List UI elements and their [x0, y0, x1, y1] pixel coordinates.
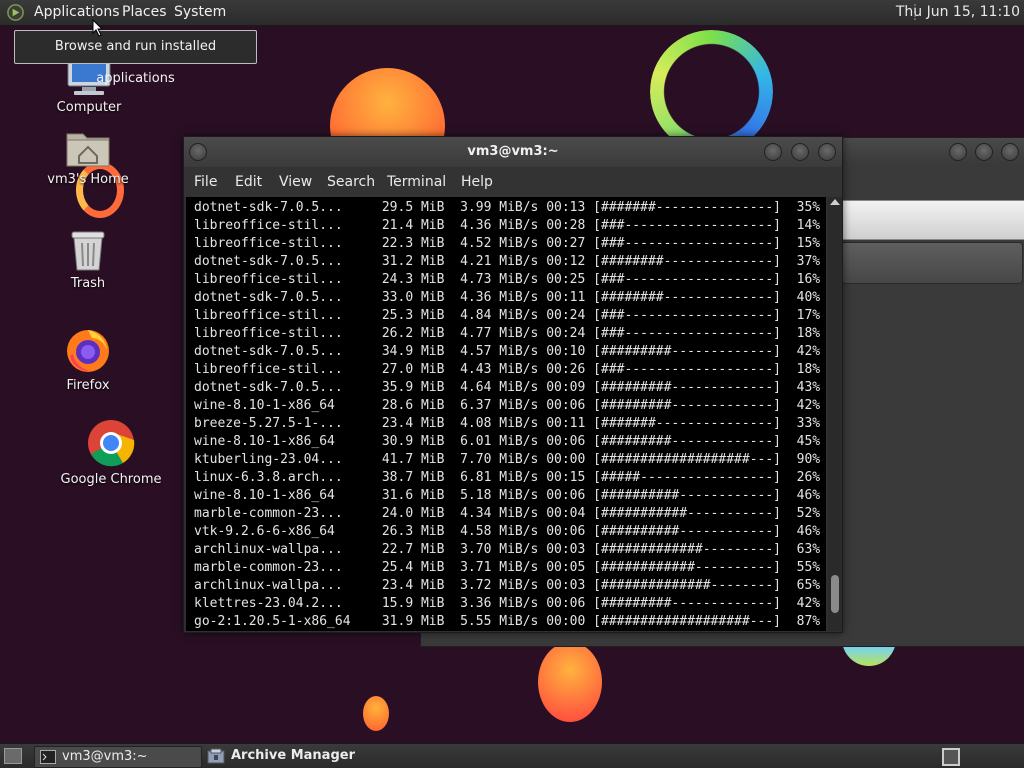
menu-help[interactable]: Help: [461, 174, 493, 190]
show-desktop-icon[interactable]: [4, 748, 22, 764]
minimize-icon[interactable]: [764, 143, 782, 161]
archive-manager-icon: [207, 748, 225, 764]
terminal-lines: dotnet-sdk-7.0.5... 29.5 MiB 3.99 MiB/s …: [194, 199, 820, 631]
desktop-icon-chrome[interactable]: Google Chrome: [56, 418, 166, 487]
desktop-icon-label: Computer: [56, 100, 122, 115]
terminal-line: linux-6.3.8.arch... 38.7 MiB 6.81 MiB/s …: [194, 470, 821, 485]
terminal-line: wine-8.10-1-x86_64 31.6 MiB 5.18 MiB/s 0…: [194, 488, 821, 503]
home-folder-icon: [66, 133, 110, 167]
terminal-menubar: File Edit View Search Terminal Help: [184, 167, 842, 197]
terminal-line: archlinux-wallpa... 22.7 MiB 3.70 MiB/s …: [194, 542, 821, 557]
desktop-icon-label: Google Chrome: [60, 472, 162, 487]
close-icon[interactable]: [818, 143, 836, 161]
firefox-icon: [67, 330, 109, 372]
desktop-icon-label: vm3's Home: [47, 172, 129, 187]
terminal-line: klettres-23.04.2... 15.9 MiB 3.36 MiB/s …: [194, 596, 821, 611]
taskbar-item-terminal[interactable]: vm3@vm3:~: [34, 746, 202, 768]
window-title: vm3@vm3:~: [467, 144, 559, 159]
terminal-line: libreoffice-stil... 25.3 MiB 4.84 MiB/s …: [194, 308, 821, 323]
wallpaper-orange-egg: [538, 642, 602, 722]
terminal-line: vtk-9.2.6-6-x86_64 26.3 MiB 4.58 MiB/s 0…: [194, 524, 821, 539]
terminal-line: wine-8.10-1-x86_64 30.9 MiB 6.01 MiB/s 0…: [194, 434, 821, 449]
chrome-icon: [88, 420, 135, 467]
minimize-icon[interactable]: [949, 143, 967, 161]
mouse-cursor-icon: [92, 19, 104, 37]
scroll-up-arrow-icon[interactable]: [830, 199, 840, 205]
bottom-panel: vm3@vm3:~ Archive Manager: [0, 743, 1024, 768]
terminal-line: marble-common-23... 24.0 MiB 4.34 MiB/s …: [194, 506, 821, 521]
terminal-line: libreoffice-stil... 21.4 MiB 4.36 MiB/s …: [194, 218, 821, 233]
wallpaper-rainbow-ring: [650, 30, 773, 153]
terminal-line: ktuberling-23.04... 41.7 MiB 7.70 MiB/s …: [194, 452, 821, 467]
desktop-icon-label: Firefox: [66, 378, 110, 393]
terminal-line: marble-common-23... 25.4 MiB 3.71 MiB/s …: [194, 560, 821, 575]
terminal-titlebar[interactable]: vm3@vm3:~: [184, 137, 842, 167]
menu-terminal[interactable]: Terminal: [387, 174, 446, 190]
terminal-scrollbar[interactable]: [828, 197, 842, 631]
clock[interactable]: Thu Jun 15, 11:10: [896, 4, 1020, 20]
top-panel: Applications Places System Thu Jun 15, 1…: [0, 0, 1024, 26]
terminal-line: breeze-5.27.5-1-... 23.4 MiB 4.08 MiB/s …: [194, 416, 821, 431]
menu-edit[interactable]: Edit: [235, 174, 262, 190]
terminal-line: dotnet-sdk-7.0.5... 35.9 MiB 4.64 MiB/s …: [194, 380, 821, 395]
terminal-line: libreoffice-stil... 22.3 MiB 4.52 MiB/s …: [194, 236, 821, 251]
workspace-switcher[interactable]: [942, 748, 960, 766]
archive-location-bar[interactable]: [841, 242, 1023, 284]
places-menu[interactable]: Places: [122, 4, 167, 20]
terminal-line: dotnet-sdk-7.0.5... 31.2 MiB 4.21 MiB/s …: [194, 254, 821, 269]
terminal-line: dotnet-sdk-7.0.5... 34.9 MiB 4.57 MiB/s …: [194, 344, 821, 359]
terminal-line: dotnet-sdk-7.0.5... 33.0 MiB 4.36 MiB/s …: [194, 290, 821, 305]
maximize-icon[interactable]: [975, 143, 993, 161]
terminal-line: dotnet-sdk-7.0.5... 29.5 MiB 3.99 MiB/s …: [194, 200, 821, 215]
taskbar-item-label: Archive Manager: [231, 748, 355, 763]
desktop-icon-label: Trash: [70, 276, 106, 291]
terminal-line: archlinux-wallpa... 23.4 MiB 3.72 MiB/s …: [194, 578, 821, 593]
terminal-line: libreoffice-stil... 26.2 MiB 4.77 MiB/s …: [194, 326, 821, 341]
menu-search[interactable]: Search: [327, 174, 375, 190]
scrollbar-thumb[interactable]: [831, 575, 839, 613]
terminal-line: go-2:1.20.5-1-x86_64 31.9 MiB 5.55 MiB/s…: [194, 614, 821, 629]
terminal-output[interactable]: dotnet-sdk-7.0.5... 29.5 MiB 3.99 MiB/s …: [186, 197, 826, 631]
taskbar-item-archive-manager[interactable]: Archive Manager: [204, 746, 404, 766]
desktop-icon-trash[interactable]: Trash: [33, 230, 143, 291]
terminal-line: libreoffice-stil... 27.0 MiB 4.43 MiB/s …: [194, 362, 821, 377]
wallpaper-small-egg: [363, 696, 389, 731]
applications-menu[interactable]: Applications: [34, 4, 120, 20]
terminal-icon: [40, 750, 56, 764]
close-icon[interactable]: [1001, 143, 1019, 161]
taskbar-item-label: vm3@vm3:~: [62, 749, 148, 764]
terminal-line: libreoffice-stil... 24.3 MiB 4.73 MiB/s …: [194, 272, 821, 287]
menu-view[interactable]: View: [279, 174, 312, 190]
system-menu[interactable]: System: [174, 4, 226, 20]
trash-icon: [71, 231, 105, 271]
desktop-icon-home[interactable]: vm3's Home: [33, 128, 143, 187]
desktop-icon-firefox[interactable]: Firefox: [33, 326, 143, 393]
menu-file[interactable]: File: [194, 174, 217, 190]
applications-tooltip: Browse and run installed applications: [14, 30, 257, 86]
terminal-window[interactable]: vm3@vm3:~ File Edit View Search Terminal…: [183, 136, 843, 633]
terminal-line: wine-8.10-1-x86_64 28.6 MiB 6.37 MiB/s 0…: [194, 398, 821, 413]
applications-menu-icon[interactable]: [6, 3, 25, 22]
maximize-icon[interactable]: [791, 143, 809, 161]
archive-toolbar: [841, 200, 1024, 240]
